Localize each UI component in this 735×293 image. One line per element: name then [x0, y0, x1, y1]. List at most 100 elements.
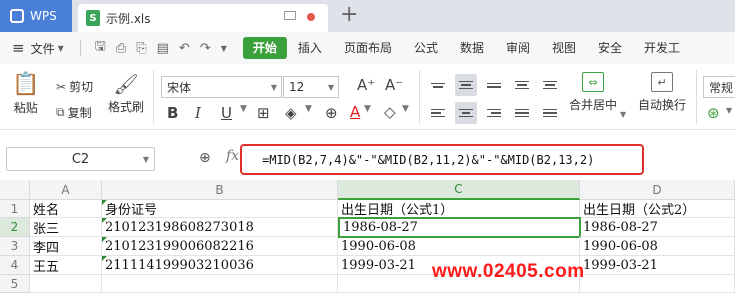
chevron-down-icon[interactable]: ▼ [221, 44, 227, 53]
chevron-down-icon[interactable]: ▼ [305, 104, 312, 114]
cell-d4[interactable]: 1999-03-21 [580, 256, 735, 275]
cell-b2-text: 210123198608273018 [105, 219, 254, 235]
file-menu[interactable]: 文件 [31, 40, 55, 57]
font-size-value: 12 [289, 80, 305, 94]
tab-home[interactable]: 开始 [242, 37, 287, 59]
function-icon[interactable]: fx [226, 148, 239, 164]
cell-d1[interactable]: 出生日期（公式2） [580, 200, 735, 218]
tab-security[interactable]: 安全 [587, 37, 633, 59]
cell-b4[interactable]: 211114199903210036 [102, 256, 338, 275]
hamburger-menu-icon[interactable]: ≡ [12, 39, 25, 57]
copy-button[interactable]: ⧉ 复制 [56, 104, 92, 121]
paste-button[interactable]: 📋 粘贴 [12, 72, 39, 116]
copy-icon: ⧉ [56, 105, 65, 119]
cell-d5[interactable] [580, 275, 735, 293]
bold-button[interactable]: B [167, 104, 178, 122]
chevron-down-icon[interactable]: ▼ [726, 106, 732, 115]
document-tab[interactable]: S 示例.xls [78, 4, 328, 32]
merge-center-button[interactable]: ⇔ 合并居中 [569, 72, 617, 113]
cell-a3[interactable]: 李四 [30, 237, 102, 256]
row-header-5[interactable]: 5 [0, 275, 30, 293]
cell-a1[interactable]: 姓名 [30, 200, 102, 218]
indent-increase-icon[interactable] [539, 74, 561, 96]
cut-button[interactable]: ✂ 剪切 [56, 78, 93, 95]
wps-home-tab[interactable]: WPS [0, 0, 72, 32]
cell-c1[interactable]: 出生日期（公式1） [338, 200, 580, 218]
fill-color-icon[interactable]: ◈ [285, 104, 297, 122]
cell-a2[interactable]: 张三 [30, 218, 102, 237]
column-header-d[interactable]: D [580, 180, 735, 200]
justify-icon[interactable] [511, 102, 533, 124]
cell-a5[interactable] [30, 275, 102, 293]
font-size-select[interactable]: 12 ▼ [283, 76, 339, 98]
chevron-down-icon[interactable]: ▼ [58, 44, 64, 53]
save-icon[interactable]: 🖫 [95, 37, 106, 59]
tab-formulas[interactable]: 公式 [403, 37, 449, 59]
align-center-icon[interactable] [455, 102, 477, 124]
paste-icon: 📋 [12, 72, 40, 97]
cell-b1[interactable]: 身份证号 [102, 200, 338, 218]
wps-logo-icon [10, 9, 24, 23]
redo-icon[interactable]: ↷ [200, 41, 211, 56]
cell-d2[interactable]: 1986-08-27 [580, 218, 735, 237]
monitor-icon[interactable] [284, 11, 296, 20]
column-header-c[interactable]: C [338, 180, 580, 200]
align-right-icon[interactable] [483, 102, 505, 124]
row-header-2[interactable]: 2 [0, 218, 30, 237]
auto-wrap-button[interactable]: ↵ 自动换行 [638, 72, 686, 113]
border-icon[interactable]: ⊞ [257, 104, 270, 122]
chevron-down-icon[interactable]: ▼ [402, 104, 409, 114]
row-header-1[interactable]: 1 [0, 200, 30, 218]
cell-b5[interactable] [102, 275, 338, 293]
cell-b2[interactable]: 210123198608273018 [102, 218, 338, 237]
new-tab-button[interactable]: + [340, 2, 358, 27]
decrease-font-button[interactable]: A⁻ [385, 76, 403, 94]
cell-b1-text: 身份证号 [105, 203, 158, 218]
export-icon[interactable]: ⎙ [116, 41, 126, 56]
italic-button[interactable]: I [195, 104, 201, 122]
chevron-down-icon[interactable]: ▼ [620, 110, 626, 119]
cell-d3[interactable]: 1990-06-08 [580, 237, 735, 256]
align-top-icon[interactable] [427, 74, 449, 96]
tab-view[interactable]: 视图 [541, 37, 587, 59]
eraser-icon[interactable]: ◇ [384, 103, 396, 121]
font-color-button[interactable]: A [350, 103, 360, 121]
name-box[interactable]: C2 ▼ [6, 147, 155, 171]
chevron-down-icon[interactable]: ▼ [364, 104, 371, 114]
select-all-corner[interactable] [0, 180, 30, 200]
underline-button[interactable]: U [221, 104, 232, 122]
cell-c2-selected[interactable]: 1986-08-27 [338, 217, 581, 238]
formula-input[interactable]: =MID(B2,7,4)&"-"&MID(B2,11,2)&"-"&MID(B2… [240, 144, 644, 175]
tab-data[interactable]: 数据 [449, 37, 495, 59]
column-header-b[interactable]: B [102, 180, 338, 200]
number-format-select[interactable]: 常规 [703, 76, 735, 98]
format-painter-button[interactable]: 🖌 格式刷 [108, 72, 144, 115]
chevron-down-icon[interactable]: ▼ [240, 104, 247, 114]
currency-icon[interactable]: ⊛ [707, 104, 720, 122]
cell-a4[interactable]: 王五 [30, 256, 102, 275]
print-icon[interactable]: ⎘ [136, 41, 146, 56]
column-header-a[interactable]: A [30, 180, 102, 200]
undo-icon[interactable]: ↶ [179, 41, 190, 56]
tab-insert[interactable]: 插入 [287, 37, 333, 59]
zoom-icon[interactable]: ⊕ [325, 104, 338, 122]
number-as-text-icon [102, 237, 107, 242]
zoom-icon[interactable]: ⊕ [199, 150, 211, 166]
row-header-4[interactable]: 4 [0, 256, 30, 275]
print-preview-icon[interactable]: ▤ [157, 41, 169, 56]
tab-review[interactable]: 审阅 [495, 37, 541, 59]
indent-decrease-icon[interactable] [511, 74, 533, 96]
unsaved-dot-icon[interactable] [307, 13, 315, 21]
increase-font-button[interactable]: A⁺ [357, 76, 375, 94]
font-name-select[interactable]: 宋体 ▼ [161, 76, 282, 98]
distribute-icon[interactable] [539, 102, 561, 124]
quick-access-toolbar: 🖫 ⎙ ⎘ ▤ ↶ ↷ ▼ [76, 37, 227, 59]
tab-page-layout[interactable]: 页面布局 [333, 37, 403, 59]
align-left-icon[interactable] [427, 102, 449, 124]
align-bottom-icon[interactable] [483, 74, 505, 96]
align-middle-icon[interactable] [455, 74, 477, 96]
row-header-3[interactable]: 3 [0, 237, 30, 256]
cell-c3[interactable]: 1990-06-08 [338, 237, 580, 256]
tab-developer[interactable]: 开发工 [633, 37, 691, 59]
cell-b3[interactable]: 210123199006082216 [102, 237, 338, 256]
